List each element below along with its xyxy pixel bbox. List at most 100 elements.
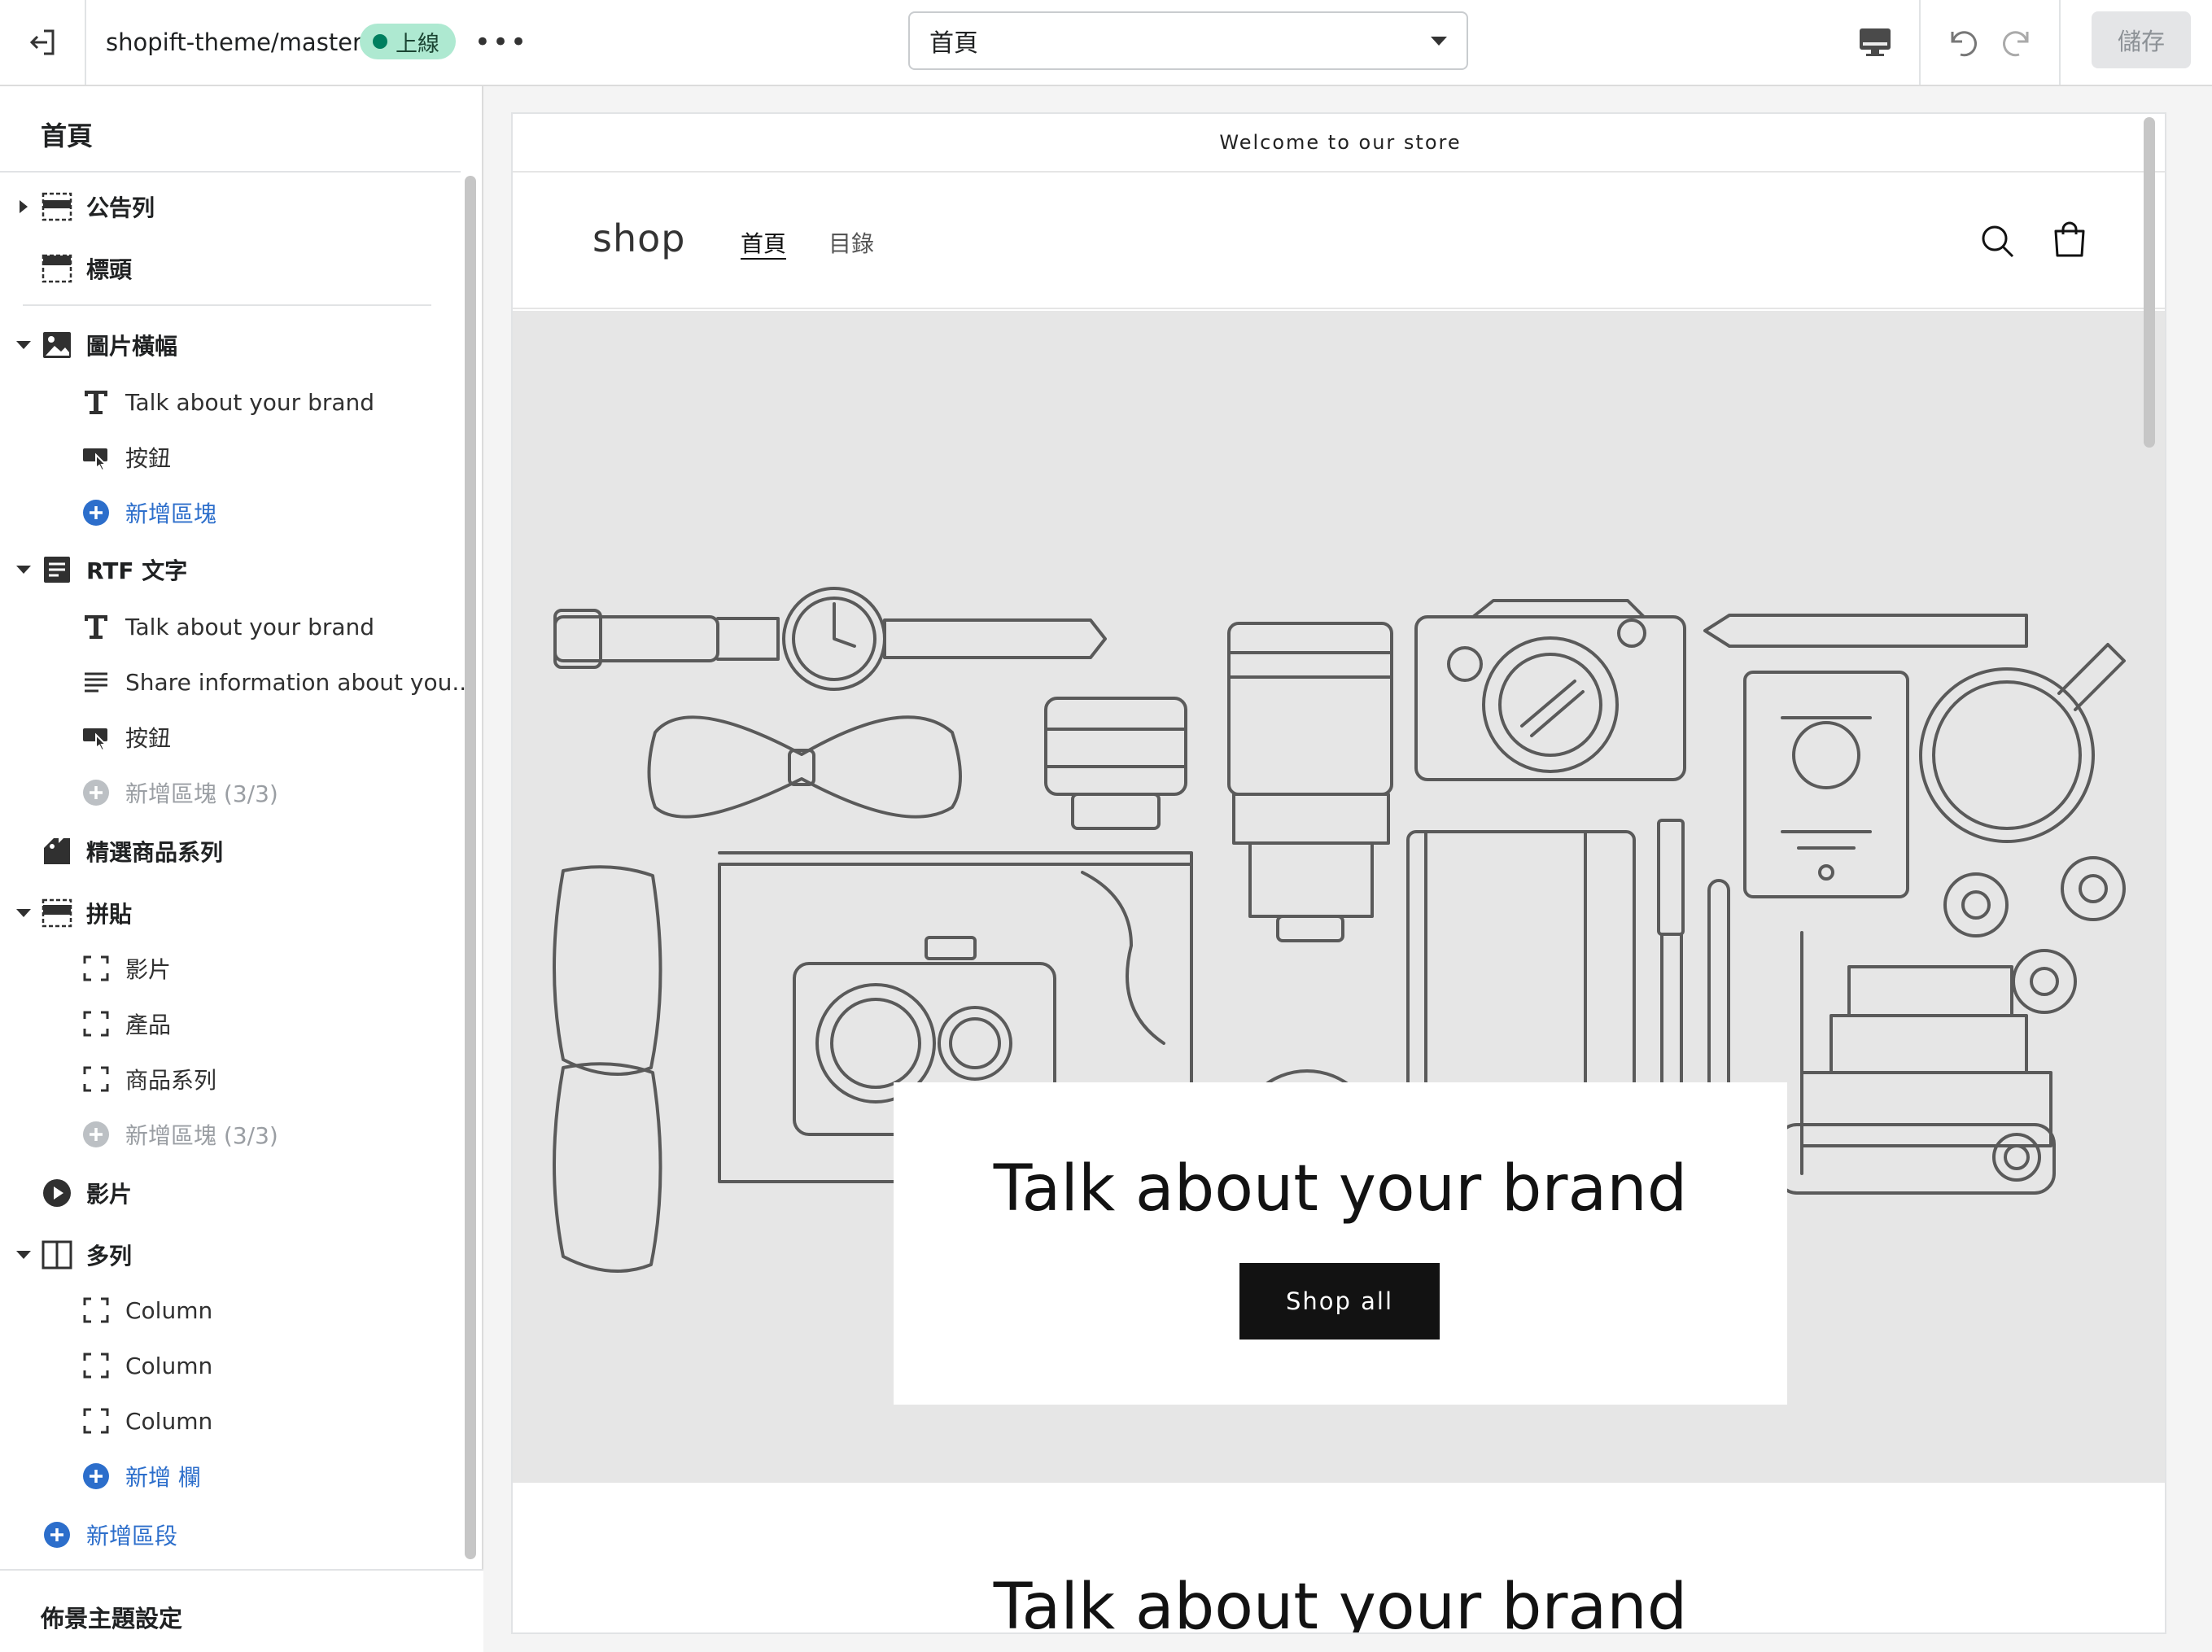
status-dot xyxy=(373,34,387,49)
block-frame-icon xyxy=(80,952,112,985)
store-logo[interactable]: shop xyxy=(592,216,685,260)
sidebar-item-blk-column-3[interactable]: Column xyxy=(0,1396,461,1445)
sidebar-item-label: 影片 xyxy=(125,956,172,983)
search-icon[interactable] xyxy=(1978,221,2018,262)
add-circle-icon xyxy=(80,1118,112,1151)
desktop-preview-button[interactable] xyxy=(1852,20,1898,65)
page-select[interactable]: 首頁 xyxy=(908,11,1468,70)
sidebar-item-sec-featured-collection[interactable]: 精選商品系列 xyxy=(0,827,461,876)
store-preview: Welcome to our store shop 首頁 目錄 Talk abo… xyxy=(511,112,2166,1634)
text-icon xyxy=(80,386,112,418)
sidebar-item-label: Column xyxy=(125,1352,213,1379)
collage-icon xyxy=(41,897,73,929)
paragraph-icon xyxy=(80,666,112,698)
image-banner[interactable]: Talk about your brand Shop all xyxy=(513,311,2165,1483)
block-frame-icon xyxy=(80,1294,112,1326)
sidebar-item-blk-text-2[interactable]: Share information about you... xyxy=(0,658,474,706)
add-circle-icon xyxy=(80,496,112,529)
theme-settings-label: 佈景主題設定 xyxy=(41,1605,183,1632)
announcement-bar[interactable]: Welcome to our store xyxy=(513,114,2165,173)
sidebar-item-sec-header[interactable]: 標頭 xyxy=(0,244,461,293)
sidebar-item-add-block-3[interactable]: 新增區塊 (3/3) xyxy=(0,1110,461,1159)
exit-button[interactable] xyxy=(0,0,86,85)
sidebar-scrollbar[interactable] xyxy=(465,176,476,1559)
add-circle-icon xyxy=(41,1519,73,1551)
sidebar-item-label: 公告列 xyxy=(86,194,155,221)
save-button[interactable]: 儲存 xyxy=(2092,11,2191,68)
sidebar-item-label: 標頭 xyxy=(86,256,133,283)
theme-settings-button[interactable]: 佈景主題設定 xyxy=(0,1569,483,1652)
sidebar-item-label: 新增 欄 xyxy=(125,1464,201,1491)
sidebar-item-label: 新增區塊 (3/3) xyxy=(125,1122,278,1149)
sidebar-item-blk-column-1[interactable]: Column xyxy=(0,1286,461,1335)
sidebar-item-label: 多列 xyxy=(86,1243,133,1270)
undo-icon xyxy=(1951,31,1977,57)
toolbar-divider xyxy=(1919,0,1921,85)
collection-tag-icon xyxy=(41,835,73,868)
sidebar-item-add-block-2[interactable]: 新增區塊 (3/3) xyxy=(0,768,461,817)
sidebar-item-label: 新增區塊 xyxy=(125,500,217,527)
rich-text-icon xyxy=(41,553,73,586)
sidebar-item-blk-heading-2[interactable]: Talk about your brand xyxy=(0,602,461,651)
sidebar-title: 首頁 xyxy=(41,120,94,151)
cart-icon[interactable] xyxy=(2049,220,2090,260)
caret-down-icon[interactable] xyxy=(15,1246,33,1264)
theme-name: shopift-theme/master xyxy=(106,28,362,56)
redo-button[interactable] xyxy=(1994,18,2043,67)
sidebar-item-sec-multicolumn[interactable]: 多列 xyxy=(0,1230,461,1279)
sections-sidebar: 首頁 公告列 標頭 圖片橫幅 Talk about your brand 按鈕 新增區塊 R… xyxy=(0,86,483,1652)
block-frame-icon xyxy=(80,1405,112,1437)
button-icon xyxy=(80,721,112,754)
editor-topbar: shopift-theme/master 上線 ••• 首頁 儲存 xyxy=(0,0,2212,86)
header-icon xyxy=(41,252,73,285)
sidebar-item-blk-heading-1[interactable]: Talk about your brand xyxy=(0,378,461,426)
sidebar-item-label: 產品 xyxy=(125,1012,172,1038)
play-circle-icon xyxy=(41,1177,73,1209)
sidebar-item-sec-collage[interactable]: 拼貼 xyxy=(0,889,461,937)
preview-scrollbar-thumb[interactable] xyxy=(2144,117,2155,448)
caret-down-icon[interactable] xyxy=(15,561,33,579)
more-actions-button[interactable]: ••• xyxy=(474,24,527,60)
caret-right-icon[interactable] xyxy=(15,198,33,216)
desktop-icon xyxy=(1860,28,1891,56)
sidebar-item-label: Column xyxy=(125,1407,213,1435)
sidebar-item-sec-image-banner[interactable]: 圖片橫幅 xyxy=(0,321,461,369)
chevron-down-icon xyxy=(1431,37,1447,46)
sidebar-item-label: 圖片橫幅 xyxy=(86,333,178,360)
add-circle-icon xyxy=(80,1460,112,1492)
sidebar-item-sec-video[interactable]: 影片 xyxy=(0,1169,461,1217)
nav-link-home[interactable]: 首頁 xyxy=(741,226,786,259)
sidebar-item-sec-announcement[interactable]: 公告列 xyxy=(0,182,461,231)
sidebar-item-label: RTF 文字 xyxy=(86,557,188,584)
announcement-bar-icon xyxy=(41,190,73,223)
status-badge-label: 上線 xyxy=(396,31,439,57)
sidebar-item-blk-product[interactable]: 產品 xyxy=(0,999,461,1048)
preview-scrollbar[interactable] xyxy=(2144,117,2157,1615)
sidebar-item-sec-rich-text[interactable]: RTF 文字 xyxy=(0,545,461,594)
undo-button[interactable] xyxy=(1937,18,1986,67)
sidebar-item-label: Column xyxy=(125,1296,213,1324)
caret-down-icon[interactable] xyxy=(15,904,33,922)
image-icon xyxy=(41,329,73,361)
sidebar-item-add-section[interactable]: 新增區段 xyxy=(0,1510,461,1559)
sidebar-item-blk-video[interactable]: 影片 xyxy=(0,944,461,993)
block-frame-icon xyxy=(80,1007,112,1040)
nav-link-catalog[interactable]: 目錄 xyxy=(828,226,874,259)
columns-icon xyxy=(41,1239,73,1271)
sidebar-item-blk-column-2[interactable]: Column xyxy=(0,1341,461,1390)
sidebar-item-label: 商品系列 xyxy=(125,1067,217,1094)
sidebar-item-blk-button-2[interactable]: 按鈕 xyxy=(0,713,461,762)
sidebar-item-add-block-1[interactable]: 新增區塊 xyxy=(0,488,461,537)
redo-icon xyxy=(2003,31,2029,57)
sidebar-item-blk-button-1[interactable]: 按鈕 xyxy=(0,433,461,482)
store-header: shop 首頁 目錄 xyxy=(513,173,2165,309)
sidebar-item-label: 按鈕 xyxy=(125,725,172,752)
banner-content-card: Talk about your brand Shop all xyxy=(894,1082,1787,1405)
sidebar-item-label: 按鈕 xyxy=(125,445,172,472)
sidebar-item-add-column[interactable]: 新增 欄 xyxy=(0,1452,461,1501)
rich-text-heading: Talk about your brand xyxy=(993,1571,1688,1634)
sidebar-item-label: Talk about your brand xyxy=(125,613,375,640)
caret-down-icon[interactable] xyxy=(15,336,33,354)
sidebar-item-blk-collection[interactable]: 商品系列 xyxy=(0,1055,461,1104)
shop-all-button[interactable]: Shop all xyxy=(1239,1263,1440,1340)
